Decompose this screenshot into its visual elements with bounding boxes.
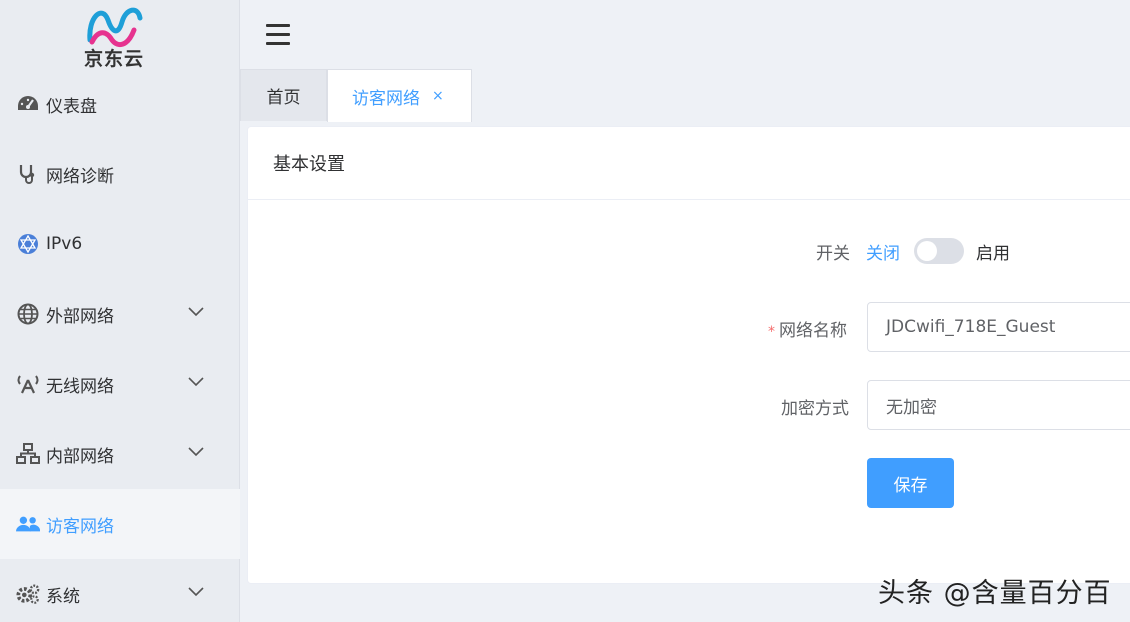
sidebar-item-label: 仪表盘 — [46, 96, 97, 117]
tab-label: 访客网络 — [352, 88, 420, 109]
sidebar-item-ipv6[interactable]: IPv6 — [0, 209, 240, 279]
close-icon[interactable]: × — [432, 88, 444, 104]
ssid-label-text: 网络名称 — [779, 321, 847, 341]
watermark: 头条 @含量百分百 — [878, 578, 1112, 609]
tab-guest-network[interactable]: 访客网络 × — [327, 69, 472, 122]
hamburger-icon[interactable] — [266, 24, 290, 46]
sidebar-item-wireless[interactable]: 无线网络 — [0, 349, 240, 419]
encryption-select[interactable]: 无加密 — [867, 380, 1130, 430]
ssid-input[interactable]: JDCwifi_718E_Guest — [867, 302, 1130, 352]
chevron-down-icon — [188, 377, 204, 387]
guest-network-toggle[interactable] — [914, 238, 964, 264]
sidebar-item-label: 网络诊断 — [46, 166, 114, 187]
stethoscope-icon — [16, 162, 40, 186]
switch-on-text: 启用 — [976, 244, 1010, 264]
basic-settings-card: 基本设置 开关 关闭 启用 * 网络名称 JDCwifi_718E_Guest 加… — [247, 126, 1130, 584]
chevron-down-icon — [188, 447, 204, 457]
switch-label: 开关 — [816, 244, 850, 264]
sidebar-item-label: IPv6 — [46, 234, 83, 254]
ipv6-network-icon — [16, 232, 40, 256]
switch-off-text: 关闭 — [866, 244, 900, 264]
sidebar-item-system[interactable]: 系统 — [0, 559, 240, 622]
chevron-down-icon — [188, 587, 204, 597]
logo-text: 京东云 — [84, 48, 145, 70]
sidebar-item-label: 内部网络 — [46, 446, 114, 467]
lan-sitemap-icon — [16, 442, 40, 466]
sidebar-item-wan[interactable]: 外部网络 — [0, 279, 240, 349]
users-icon — [16, 512, 40, 536]
gears-icon — [16, 582, 40, 606]
encryption-label: 加密方式 — [781, 399, 849, 419]
ssid-value: JDCwifi_718E_Guest — [886, 317, 1056, 337]
encryption-value: 无加密 — [886, 397, 937, 418]
chevron-down-icon — [188, 307, 204, 317]
save-button[interactable]: 保存 — [867, 458, 954, 508]
sidebar-item-guest[interactable]: 访客网络 — [0, 489, 240, 559]
tab-label: 首页 — [266, 88, 301, 108]
globe-icon — [16, 302, 40, 326]
card-title: 基本设置 — [248, 127, 1130, 200]
sidebar-item-diagnosis[interactable]: 网络诊断 — [0, 139, 240, 209]
required-mark: * — [768, 324, 775, 340]
sidebar-item-label: 访客网络 — [46, 516, 114, 537]
dashboard-icon — [16, 92, 40, 116]
sidebar-item-label: 无线网络 — [46, 376, 114, 397]
toggle-knob — [917, 241, 937, 261]
sidebar: 京东云 仪表盘 网络诊断 IPv6 外部网络 无线网络 内部网络 访客网络 系统 — [0, 0, 240, 622]
sidebar-item-lan[interactable]: 内部网络 — [0, 419, 240, 489]
tab-home[interactable]: 首页 — [240, 69, 327, 121]
sidebar-item-label: 系统 — [46, 586, 80, 607]
wireless-antenna-icon — [16, 372, 40, 396]
sidebar-item-label: 外部网络 — [46, 306, 114, 327]
ssid-label: * 网络名称 — [768, 316, 847, 341]
sidebar-item-dashboard[interactable]: 仪表盘 — [0, 69, 240, 139]
